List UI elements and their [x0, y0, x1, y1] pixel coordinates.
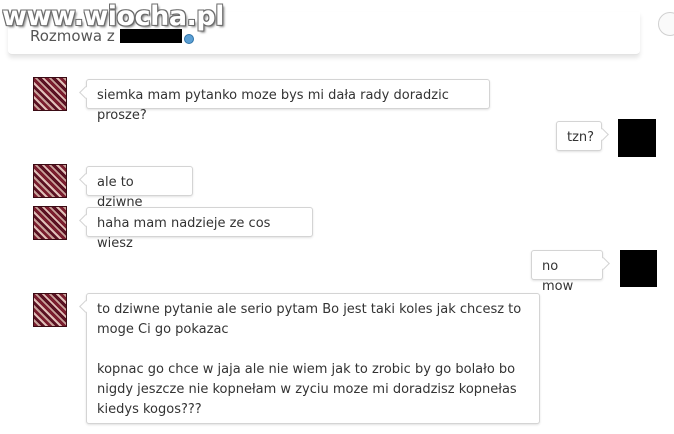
message-bubble-outgoing: tzn?: [556, 121, 602, 151]
message-text: no mow: [542, 259, 574, 294]
message-paragraph: to dziwne pytanie ale serio pytam Bo jes…: [97, 302, 522, 337]
online-status-dot-icon: [183, 34, 194, 44]
message-bubble-incoming: siemka mam pytanko moze bys mi dała rady…: [86, 79, 490, 123]
contact-avatar[interactable]: [33, 77, 67, 111]
site-watermark: www.wiocha.pl: [2, 1, 224, 32]
chat-header: Rozmowa z www.wiocha.pl: [0, 0, 674, 58]
message-paragraph: kopnac go chce w jaja ale nie wiem jak t…: [97, 362, 517, 417]
message-bubble-incoming: ale to dziwne: [86, 166, 193, 210]
message-text: tzn?: [567, 130, 595, 145]
contact-avatar[interactable]: [33, 206, 67, 240]
message-text: haha mam nadzieje ze cos wiesz: [97, 216, 271, 251]
message-bubble-incoming: to dziwne pytanie ale serio pytam Bo jes…: [86, 293, 540, 424]
contact-avatar[interactable]: [33, 164, 67, 198]
user-avatar-redacted[interactable]: [620, 250, 657, 287]
message-bubble-incoming: haha mam nadzieje ze cos wiesz: [86, 207, 313, 251]
user-avatar-redacted[interactable]: [618, 119, 656, 157]
message-text: siemka mam pytanko moze bys mi dała rady…: [97, 88, 449, 123]
contact-avatar[interactable]: [33, 293, 67, 327]
message-bubble-outgoing: no mow: [531, 250, 603, 294]
circle-icon[interactable]: [658, 12, 674, 36]
